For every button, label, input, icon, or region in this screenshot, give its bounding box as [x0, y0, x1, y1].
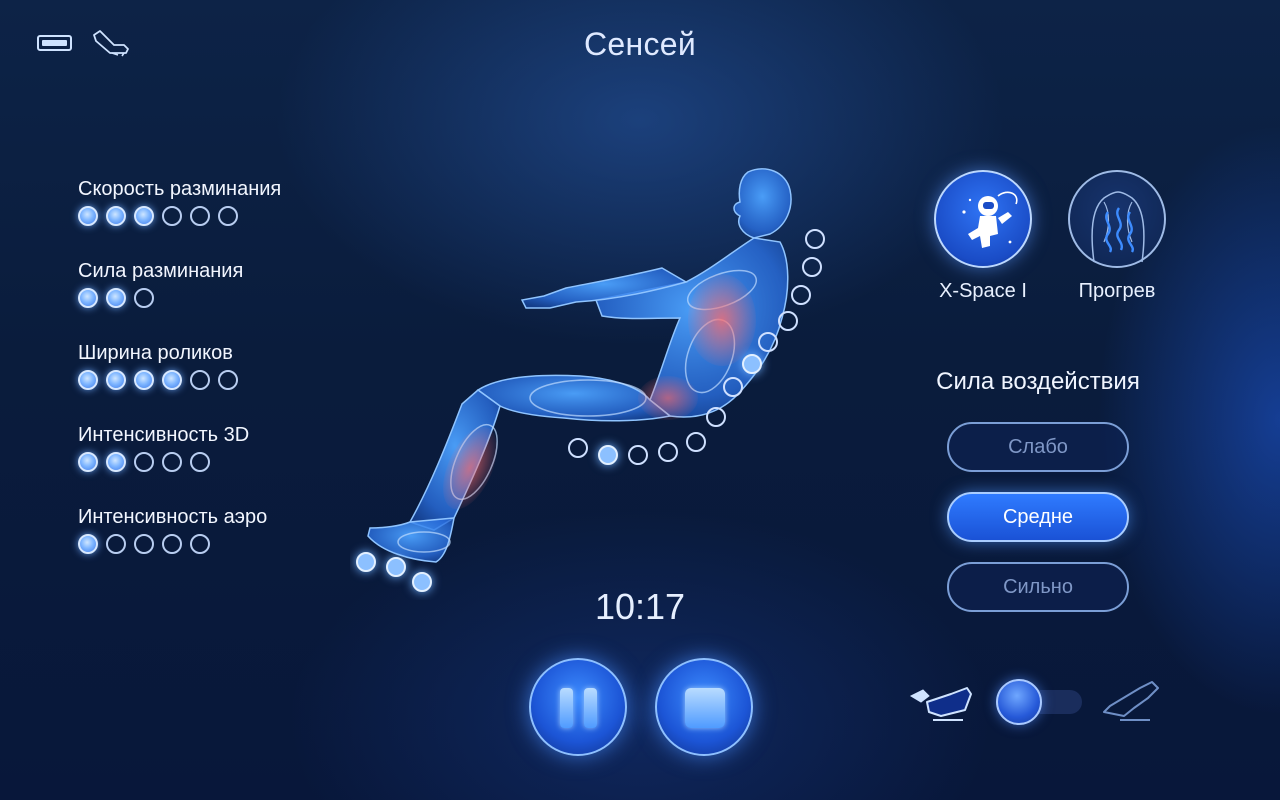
- setting-label: Ширина роликов: [78, 342, 233, 364]
- body-massage-map: [356, 168, 825, 592]
- setting-label: Интенсивность 3D: [78, 424, 250, 446]
- back-heat-icon: [1091, 191, 1145, 263]
- setting-row: Интенсивность аэро: [78, 504, 338, 586]
- level-dot[interactable]: [78, 452, 98, 472]
- intensity-medium-button[interactable]: Средне: [947, 492, 1129, 542]
- pause-button[interactable]: [529, 658, 627, 756]
- upright-chair-icon: [909, 687, 972, 721]
- level-dot[interactable]: [162, 206, 182, 226]
- roller-back: [791, 285, 811, 305]
- roller-foot: [386, 557, 406, 577]
- roller-seat: [658, 442, 678, 462]
- roller-back: [742, 354, 762, 374]
- setting-row: Сила разминания: [78, 258, 338, 340]
- setting-row: Скорость разминания: [78, 176, 338, 258]
- pause-bar-right: [584, 688, 597, 728]
- level-dot[interactable]: [162, 370, 182, 390]
- level-dot[interactable]: [162, 452, 182, 472]
- level-dot[interactable]: [78, 206, 98, 226]
- heat-zone-thigh: [638, 376, 698, 420]
- setting-label: Скорость разминания: [78, 178, 282, 200]
- level-indicator[interactable]: [78, 452, 338, 472]
- level-dot[interactable]: [106, 288, 126, 308]
- recline-toggle-knob[interactable]: [996, 679, 1042, 725]
- roller-seat: [628, 445, 648, 465]
- roller-back: [802, 257, 822, 277]
- intensity-title: Сила воздействия: [936, 368, 1140, 395]
- level-indicator[interactable]: [78, 370, 338, 390]
- roller-foot: [412, 572, 432, 592]
- program-x-space[interactable]: X-Space I: [928, 170, 1038, 303]
- intensity-weak-button[interactable]: Слабо: [947, 422, 1129, 472]
- program-x-space-circle: [934, 170, 1032, 268]
- level-dot[interactable]: [190, 370, 210, 390]
- recline-toggle[interactable]: [996, 679, 1084, 725]
- astronaut-icon: [962, 191, 1018, 248]
- stop-icon: [685, 688, 725, 728]
- level-dot[interactable]: [134, 534, 154, 554]
- level-dot[interactable]: [78, 534, 98, 554]
- level-dot[interactable]: [218, 370, 238, 390]
- roller-seat: [686, 432, 706, 452]
- level-dot[interactable]: [134, 288, 154, 308]
- program-heat-circle: [1068, 170, 1166, 268]
- level-dot[interactable]: [106, 206, 126, 226]
- setting-row: Ширина роликов: [78, 340, 338, 422]
- level-dot[interactable]: [134, 370, 154, 390]
- stop-button[interactable]: [655, 658, 753, 756]
- figure-head: [733, 168, 792, 239]
- roller-seat: [598, 445, 618, 465]
- setting-label: Интенсивность аэро: [78, 506, 268, 528]
- roller-foot: [356, 552, 376, 572]
- level-dot[interactable]: [106, 370, 126, 390]
- page-title: Сенсей: [583, 26, 697, 62]
- program-heat-label: Прогрев: [1078, 280, 1156, 302]
- intensity-strong-button[interactable]: Сильно: [947, 562, 1129, 612]
- level-indicator[interactable]: [78, 534, 338, 554]
- level-dot[interactable]: [190, 206, 210, 226]
- massage-settings: Скорость разминания Сила разминания Ширина…: [78, 176, 338, 586]
- roller-seat: [568, 438, 588, 458]
- program-x-space-label: X-Space I: [939, 280, 1027, 302]
- program-heat[interactable]: Прогрев: [1062, 170, 1172, 303]
- level-dot[interactable]: [106, 452, 126, 472]
- heat-zone-back: [688, 274, 756, 366]
- level-dot[interactable]: [106, 534, 126, 554]
- level-dot[interactable]: [162, 534, 182, 554]
- level-dot[interactable]: [78, 370, 98, 390]
- setting-row: Интенсивность 3D: [78, 422, 338, 504]
- session-timer: 10:17: [594, 586, 686, 627]
- level-dot[interactable]: [190, 534, 210, 554]
- level-dot[interactable]: [134, 206, 154, 226]
- level-dot[interactable]: [218, 206, 238, 226]
- pause-bar-left: [560, 688, 573, 728]
- level-dot[interactable]: [134, 452, 154, 472]
- level-dot[interactable]: [78, 288, 98, 308]
- roller-back: [805, 229, 825, 249]
- level-indicator[interactable]: [78, 206, 338, 226]
- level-dot[interactable]: [190, 452, 210, 472]
- reclined-chair-icon: [1103, 681, 1159, 721]
- figure-foot: [367, 517, 455, 563]
- setting-label: Сила разминания: [78, 260, 244, 282]
- level-indicator[interactable]: [78, 288, 338, 308]
